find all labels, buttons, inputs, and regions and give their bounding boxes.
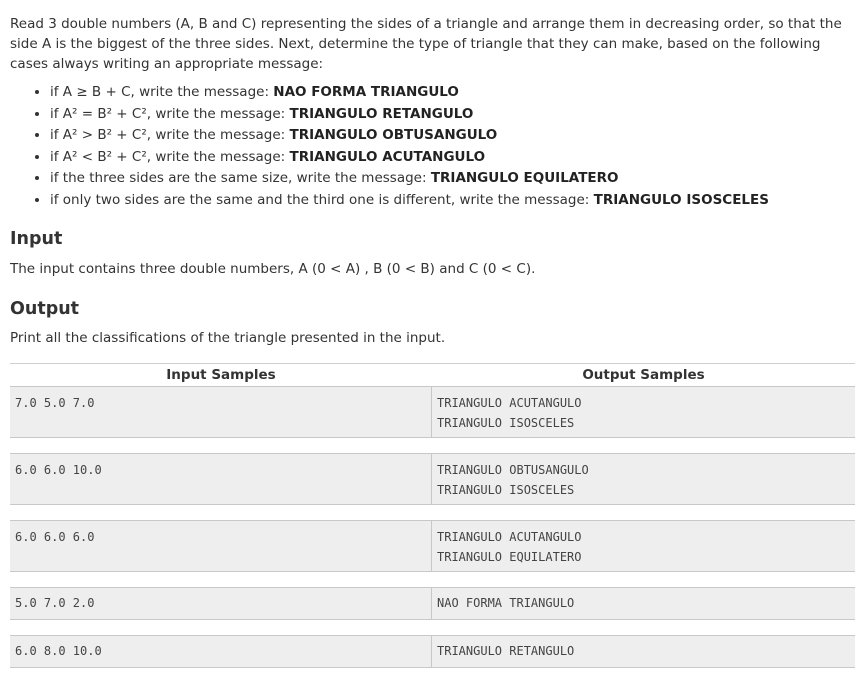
output-samples-header: Output Samples [582, 367, 705, 383]
sample-row: 5.0 7.0 2.0 NAO FORMA TRIANGULO [10, 587, 855, 620]
case-item: if A² = B² + C², write the message: TRIA… [50, 104, 856, 126]
case-condition: if the three sides are the same size, wr… [50, 170, 431, 186]
sample-row: 6.0 6.0 6.0 TRIANGULO ACUTANGULO TRIANGU… [10, 520, 855, 572]
sample-input: 6.0 6.0 6.0 [10, 521, 432, 571]
input-section-text: The input contains three double numbers,… [10, 261, 536, 277]
case-message: TRIANGULO EQUILATERO [430, 170, 619, 186]
sample-output-line: TRIANGULO OBTUSANGULO [437, 463, 589, 477]
sample-input: 5.0 7.0 2.0 [10, 588, 432, 619]
sample-output: TRIANGULO RETANGULO [432, 636, 855, 667]
case-item: if A² > B² + C², write the message: TRIA… [50, 125, 856, 147]
output-section-title: Output [10, 299, 80, 319]
intro-paragraph: Read 3 double numbers (A, B and C) repre… [10, 16, 842, 72]
sample-output-line: TRIANGULO ISOSCELES [437, 416, 575, 430]
sample-output-line: NAO FORMA TRIANGULO [437, 596, 575, 610]
sample-output-line: TRIANGULO EQUILATERO [437, 550, 582, 564]
case-message: NAO FORMA TRIANGULO [273, 84, 459, 100]
case-condition: if A ≥ B + C, write the message: [50, 84, 274, 100]
sample-output-line: TRIANGULO ACUTANGULO [437, 396, 582, 410]
samples-table: Input Samples Output Samples 7.0 5.0 7.0… [10, 363, 855, 683]
case-message: TRIANGULO OBTUSANGULO [289, 127, 498, 143]
sample-output-line: TRIANGULO RETANGULO [437, 644, 575, 658]
sample-input: 6.0 6.0 10.0 [10, 454, 432, 504]
case-item: if only two sides are the same and the t… [50, 190, 856, 212]
sample-output: TRIANGULO ACUTANGULO TRIANGULO EQUILATER… [432, 521, 855, 571]
cases-list: if A ≥ B + C, write the message: NAO FOR… [10, 82, 856, 211]
output-section-text: Print all the classifications of the tri… [10, 330, 446, 346]
sample-output-line: TRIANGULO ISOSCELES [437, 483, 575, 497]
sample-input: 6.0 8.0 10.0 [10, 636, 432, 667]
sample-output: TRIANGULO ACUTANGULO TRIANGULO ISOSCELES [432, 387, 855, 437]
sample-output-line: TRIANGULO ACUTANGULO [437, 530, 582, 544]
sample-row: 7.0 5.0 7.0 TRIANGULO ACUTANGULO TRIANGU… [10, 386, 855, 438]
sample-output: NAO FORMA TRIANGULO [432, 588, 855, 619]
sample-output: TRIANGULO OBTUSANGULO TRIANGULO ISOSCELE… [432, 454, 855, 504]
case-message: TRIANGULO ACUTANGULO [289, 148, 486, 165]
input-samples-header: Input Samples [166, 367, 276, 383]
case-item: if A ≥ B + C, write the message: NAO FOR… [50, 82, 856, 104]
case-message: TRIANGULO RETANGULO [289, 105, 474, 122]
sample-row: 6.0 6.0 10.0 TRIANGULO OBTUSANGULO TRIAN… [10, 453, 855, 505]
sample-input: 7.0 5.0 7.0 [10, 387, 432, 437]
case-item: if A² < B² + C², write the message: TRIA… [50, 147, 856, 169]
sample-row: 6.0 8.0 10.0 TRIANGULO RETANGULO [10, 635, 855, 668]
case-condition: if only two sides are the same and the t… [50, 191, 594, 208]
case-message: TRIANGULO ISOSCELES [593, 191, 769, 208]
case-condition: if A² < B² + C², write the message: [50, 148, 290, 165]
problem-statement: Read 3 double numbers (A, B and C) repre… [10, 0, 856, 668]
case-condition: if A² > B² + C², write the message: [50, 127, 290, 143]
samples-header: Input Samples Output Samples [10, 363, 855, 386]
input-section-title: Input [10, 229, 63, 249]
case-item: if the three sides are the same size, wr… [50, 168, 856, 190]
case-condition: if A² = B² + C², write the message: [50, 105, 290, 122]
